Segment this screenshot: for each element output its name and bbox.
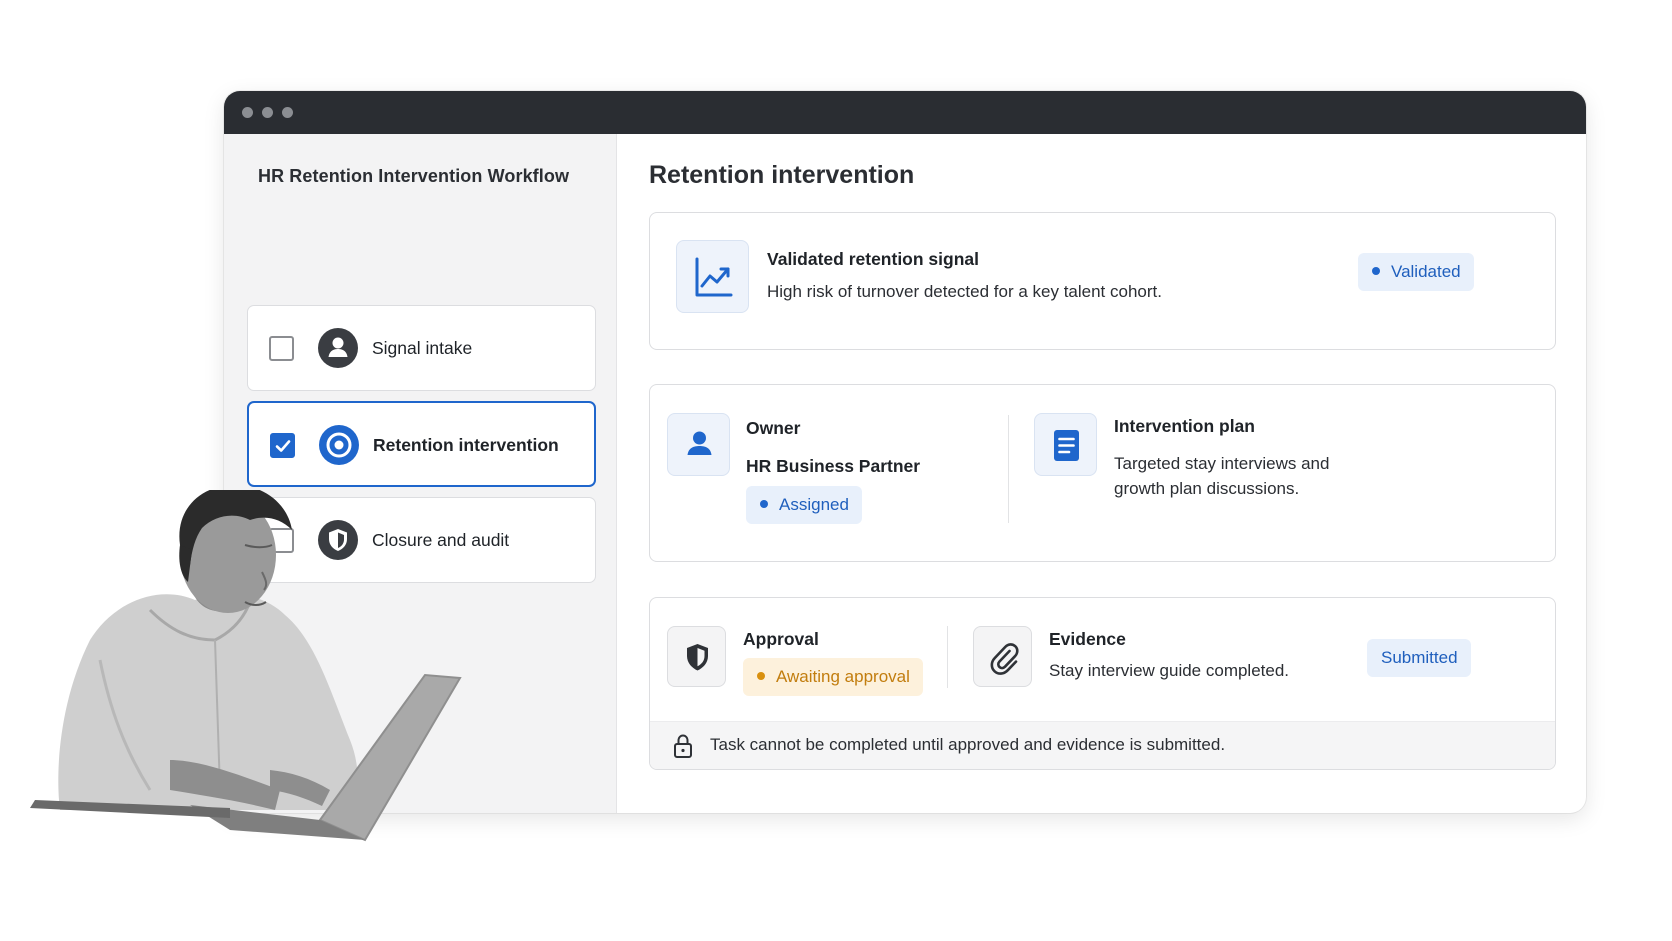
signal-card: Validated retention signal High risk of … — [649, 212, 1556, 350]
window-control-dot[interactable] — [282, 107, 293, 118]
document-icon — [1034, 413, 1097, 476]
owner-heading: Owner — [746, 418, 801, 438]
step-signal-intake[interactable]: Signal intake — [247, 305, 596, 391]
status-badge-validated: Validated — [1358, 253, 1474, 291]
evidence-description: Stay interview guide completed. — [1049, 661, 1290, 680]
step-label: Signal intake — [372, 338, 473, 358]
target-icon — [319, 425, 359, 465]
sidebar-title: HR Retention Intervention Workflow — [258, 166, 570, 186]
status-badge-label: Awaiting approval — [776, 667, 910, 686]
divider — [947, 626, 948, 688]
signal-description: High risk of turnover detected for a key… — [767, 282, 1162, 301]
status-badge-assigned: Assigned — [746, 486, 862, 524]
plan-heading: Intervention plan — [1114, 416, 1255, 436]
status-badge-label: Validated — [1391, 262, 1461, 281]
person-icon — [667, 413, 730, 476]
status-badge-label: Submitted — [1381, 648, 1458, 667]
person-with-laptop-illustration — [30, 490, 462, 842]
trend-chart-icon — [676, 240, 749, 313]
owner-name: HR Business Partner — [746, 456, 921, 476]
step-checkbox-checked[interactable] — [270, 433, 295, 458]
evidence-heading: Evidence — [1049, 629, 1126, 649]
owner-plan-card: Owner HR Business Partner Assigned Inter… — [649, 384, 1556, 562]
step-label: Retention intervention — [373, 435, 559, 455]
step-checkbox[interactable] — [269, 336, 294, 361]
window-control-dot[interactable] — [242, 107, 253, 118]
status-badge-awaiting-approval: Awaiting approval — [743, 658, 923, 696]
approval-heading: Approval — [743, 629, 819, 649]
window-titlebar — [224, 91, 1586, 134]
status-badge-submitted: Submitted — [1367, 639, 1471, 677]
page-title: Retention intervention — [649, 161, 915, 189]
person-icon — [318, 328, 358, 368]
completion-requirement-note: Task cannot be completed until approved … — [650, 721, 1555, 769]
divider — [1008, 415, 1009, 523]
signal-heading: Validated retention signal — [767, 249, 979, 269]
step-retention-intervention[interactable]: Retention intervention — [247, 401, 596, 487]
status-badge-label: Assigned — [779, 495, 849, 514]
approval-evidence-card: Approval Awaiting approval Evidence Stay… — [649, 597, 1556, 770]
paperclip-icon — [973, 626, 1032, 687]
plan-description: Targeted stay interviews and growth plan… — [1114, 454, 1330, 498]
lock-icon — [672, 733, 694, 764]
shield-icon — [667, 626, 726, 687]
status-dot — [760, 499, 768, 508]
window-control-dot[interactable] — [262, 107, 273, 118]
footer-note-text: Task cannot be completed until approved … — [710, 735, 1226, 754]
status-dot — [1372, 266, 1380, 275]
status-dot — [757, 671, 765, 680]
